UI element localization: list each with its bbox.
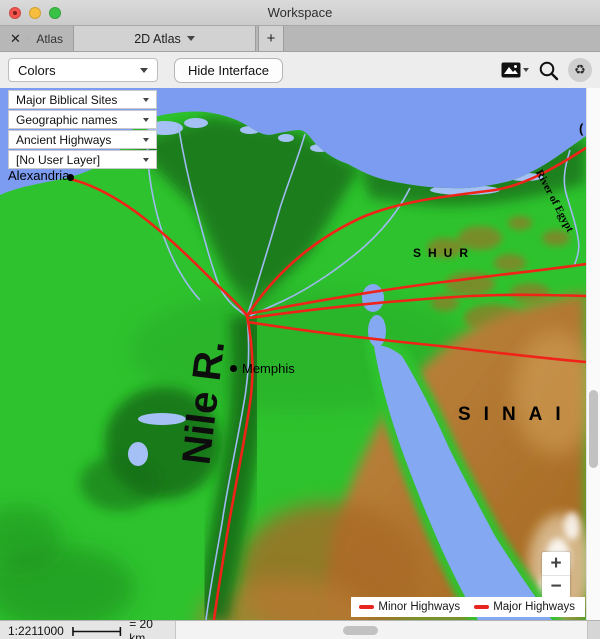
colors-dropdown[interactable]: Colors	[8, 58, 158, 82]
layer-select-value: [No User Layer]	[16, 153, 100, 167]
chevron-down-icon	[187, 36, 195, 41]
chevron-down-icon	[143, 98, 149, 102]
legend-item-minor-highways: Minor Highways	[359, 601, 460, 613]
toolbar-icons: ♻	[501, 58, 592, 82]
horizontal-scrollbar-thumb[interactable]	[343, 626, 378, 635]
horizontal-scrollbar[interactable]	[176, 621, 587, 639]
vertical-scrollbar-thumb[interactable]	[589, 390, 598, 468]
map-area: Major Biblical Sites Geographic names An…	[0, 88, 600, 620]
expand-pane-icon[interactable]	[28, 33, 29, 44]
layer-select-user-layer[interactable]: [No User Layer]	[8, 150, 157, 169]
label-edge-partial: (	[579, 121, 583, 136]
vertical-scrollbar[interactable]	[586, 88, 600, 620]
pane-header: ✕ Atlas	[0, 26, 73, 51]
map-zoom-controls: + −	[542, 552, 570, 598]
zoom-in-button[interactable]: +	[542, 552, 570, 575]
titlebar: Workspace	[0, 0, 600, 26]
hide-interface-button[interactable]: Hide Interface	[174, 58, 283, 83]
tab-bar: ✕ Atlas 2D Atlas +	[0, 26, 600, 52]
hide-interface-label: Hide Interface	[188, 63, 269, 78]
layer-select-value: Major Biblical Sites	[16, 93, 117, 107]
chevron-down-icon	[523, 68, 529, 72]
status-bar: 1:2211000 = 20 km.	[0, 620, 600, 639]
search-icon[interactable]	[538, 60, 559, 81]
toolbar: Colors Hide Interface ♻	[0, 52, 600, 88]
label-shur: SHUR	[413, 246, 475, 260]
window-title: Workspace	[0, 5, 600, 20]
colors-dropdown-value: Colors	[18, 63, 56, 78]
layer-select-value: Geographic names	[16, 113, 117, 127]
legend-label: Major Highways	[493, 601, 575, 613]
highways-legend: Minor Highways Major Highways	[351, 597, 585, 617]
layer-dropdown-stack: Major Biblical Sites Geographic names An…	[8, 90, 157, 169]
legend-item-major-highways: Major Highways	[474, 601, 575, 613]
recycle-icon: ♻	[574, 62, 586, 78]
label-alexandria: Alexandria	[8, 168, 69, 183]
chevron-down-icon	[143, 118, 149, 122]
tab-label: 2D Atlas	[134, 32, 181, 46]
scrollbar-corner	[587, 621, 600, 639]
scale-value: = 20 km.	[129, 617, 175, 639]
app-window: Workspace ✕ Atlas 2D Atlas + Colors Hide…	[0, 0, 600, 639]
layer-select-ancient-highways[interactable]: Ancient Highways	[8, 130, 157, 149]
refresh-layers-button[interactable]: ♻	[568, 58, 592, 82]
new-tab-button[interactable]: +	[258, 26, 284, 51]
chevron-down-icon	[143, 158, 149, 162]
label-sinai: SINAI	[458, 404, 574, 426]
image-export-button[interactable]	[501, 62, 529, 78]
chevron-down-icon	[143, 138, 149, 142]
major-highway-swatch	[474, 605, 489, 609]
scale-status: 1:2211000 = 20 km.	[0, 621, 176, 639]
map-canvas[interactable]: Major Biblical Sites Geographic names An…	[0, 88, 586, 620]
legend-label: Minor Highways	[378, 601, 460, 613]
zoom-out-button[interactable]: −	[542, 575, 570, 598]
layer-select-value: Ancient Highways	[16, 133, 111, 147]
close-pane-icon[interactable]: ✕	[10, 32, 21, 45]
image-icon	[501, 62, 521, 78]
scale-ratio: 1:2211000	[8, 624, 64, 638]
label-memphis: Memphis	[242, 361, 295, 376]
scale-bar-icon	[71, 626, 122, 637]
layer-select-biblical-sites[interactable]: Major Biblical Sites	[8, 90, 157, 109]
layer-select-geographic-names[interactable]: Geographic names	[8, 110, 157, 129]
minor-highway-swatch	[359, 605, 374, 609]
pane-title: Atlas	[36, 32, 63, 46]
tab-2d-atlas[interactable]: 2D Atlas	[73, 26, 256, 51]
chevron-down-icon	[140, 68, 148, 73]
alexandria-site-dot	[67, 174, 74, 181]
